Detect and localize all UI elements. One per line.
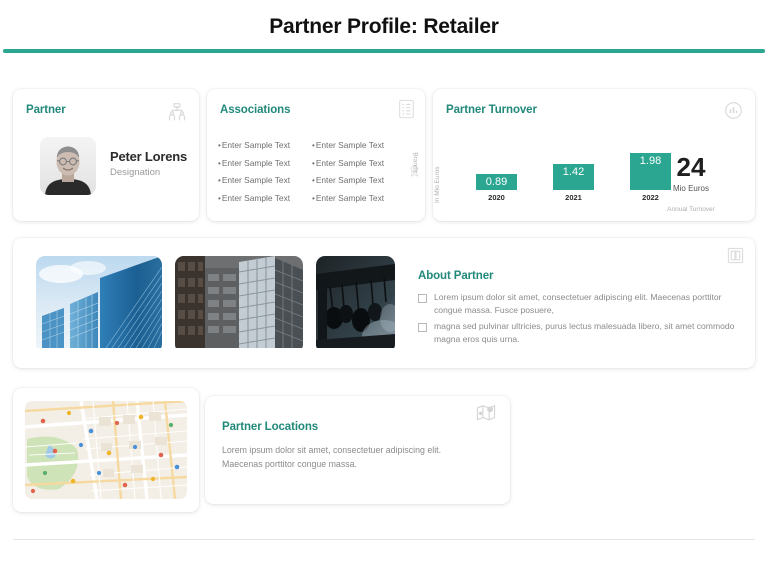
chart-y-axis-label: In Mio Euros xyxy=(434,166,441,204)
turnover-card-title: Partner Turnover xyxy=(446,104,537,116)
list-item[interactable]: Enter Sample Text xyxy=(312,155,406,173)
map-location-icon xyxy=(476,403,496,427)
list-item[interactable]: Enter Sample Text xyxy=(312,172,406,190)
associations-card: Associations Enter Sample Text Enter Sam… xyxy=(207,89,425,221)
checkbox-icon[interactable] xyxy=(418,323,427,332)
partner-locations-title: Partner Locations xyxy=(222,421,319,433)
list-item[interactable]: Enter Sample Text xyxy=(312,190,406,208)
list-item[interactable]: Enter Sample Text xyxy=(218,137,312,155)
bar-group-2020: 0.89 2020 xyxy=(476,174,517,202)
city-map-photo[interactable] xyxy=(25,401,187,499)
footer-divider xyxy=(13,539,755,540)
about-partner-title: About Partner xyxy=(418,270,494,282)
list-item[interactable]: Enter Sample Text xyxy=(218,172,312,190)
avatar xyxy=(40,137,96,195)
kpi-caption: Annual Turnover xyxy=(667,206,715,213)
partner-name: Peter Lorens xyxy=(110,149,188,164)
glass-skyscrapers-photo[interactable] xyxy=(36,256,162,353)
kpi-value: 24 xyxy=(676,152,706,182)
bar-value-2021[interactable]: 1.42 xyxy=(553,164,594,190)
associations-list: Enter Sample Text Enter Sample Text Ente… xyxy=(218,137,406,207)
partner-designation: Designation xyxy=(110,167,161,178)
bar-label-2020: 2020 xyxy=(488,193,505,202)
city-buildings-photo[interactable] xyxy=(175,256,303,353)
about-bullet: Lorem ipsum dolor sit amet, consectetuer… xyxy=(418,291,738,317)
bar-chart-circle-icon xyxy=(724,101,743,125)
partner-map-card xyxy=(13,388,199,512)
checkbox-icon[interactable] xyxy=(418,294,427,303)
about-thumbnails xyxy=(36,256,395,353)
about-partner-card: About Partner Lorem ipsum dolor sit amet… xyxy=(13,238,755,368)
associations-column-left: Enter Sample Text Enter Sample Text Ente… xyxy=(218,137,312,207)
title-accent-rule xyxy=(3,49,765,53)
about-partner-body: About Partner Lorem ipsum dolor sit amet… xyxy=(418,270,738,349)
bar-group-2021: 1.42 2021 xyxy=(553,164,594,202)
brands-side-label: Brands xyxy=(412,152,419,173)
associations-card-title: Associations xyxy=(220,104,291,116)
page-title: Partner Profile: Retailer xyxy=(269,15,499,38)
about-bullet-text: Lorem ipsum dolor sit amet, consectetuer… xyxy=(434,292,722,315)
list-item[interactable]: Enter Sample Text xyxy=(218,190,312,208)
partner-card-title: Partner xyxy=(26,104,66,116)
about-bullet: magna sed pulvinar ultricies, purus lect… xyxy=(418,320,738,346)
industrial-structure-photo[interactable] xyxy=(316,256,395,353)
annual-turnover-kpi: 24 Mio Euros Annual Turnover xyxy=(645,154,737,213)
bar-label-2021: 2021 xyxy=(565,193,582,202)
partnership-people-icon xyxy=(167,102,187,127)
turnover-bar-chart: 0.89 2020 1.42 2021 1.98 2022 xyxy=(461,134,671,202)
partner-locations-body: Lorem ipsum dolor sit amet, consectetuer… xyxy=(222,445,442,469)
list-item[interactable]: Enter Sample Text xyxy=(312,137,406,155)
building-window-icon xyxy=(727,246,744,270)
list-item[interactable]: Enter Sample Text xyxy=(218,155,312,173)
partner-locations-card: Partner Locations Lorem ipsum dolor sit … xyxy=(205,396,510,504)
about-bullet-text: magna sed pulvinar ultricies, purus lect… xyxy=(434,321,735,344)
bar-value-2020[interactable]: 0.89 xyxy=(476,174,517,190)
partner-card: Partner Peter Lorens Designation xyxy=(13,89,199,221)
associations-column-right: Enter Sample Text Enter Sample Text Ente… xyxy=(312,137,406,207)
partner-turnover-card: Partner Turnover In Mio Euros 0.89 2020 … xyxy=(433,89,755,221)
kpi-unit: Mio Euros xyxy=(672,184,709,193)
list-document-icon xyxy=(398,99,415,124)
